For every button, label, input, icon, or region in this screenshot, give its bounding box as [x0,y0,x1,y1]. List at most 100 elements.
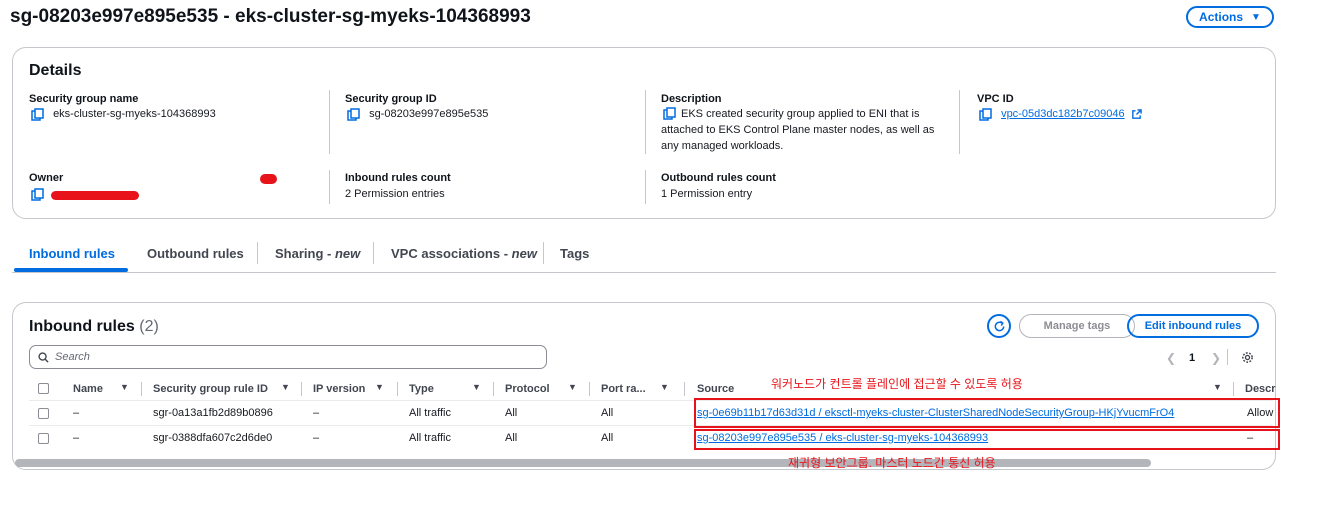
divider [645,90,646,154]
rules-count: (2) [139,318,159,335]
external-link-icon[interactable] [1131,108,1142,120]
row-checkbox[interactable] [38,408,49,419]
col-header-name[interactable]: Name [73,383,103,395]
pager-divider [1227,349,1228,365]
tab-label: Outbound rules [147,246,244,261]
cell-ip-version: – [313,432,320,444]
cell-port-range: All [601,407,614,419]
search-icon [38,351,49,363]
cell-name: – [73,407,80,419]
tab-label: Inbound rules [29,246,115,261]
tab-bar: Inbound rules Outbound rules Sharing - n… [12,238,1276,273]
col-header-port-range[interactable]: Port ra... [601,383,646,395]
col-divider [684,382,685,396]
tab-divider [543,242,544,264]
sort-icon[interactable]: ▼ [375,382,384,392]
table-header: Name ▼ Security group rule ID ▼ IP versi… [29,379,1276,399]
settings-gear-icon[interactable] [1241,351,1254,364]
col-divider [589,382,590,396]
col-header-rule-id[interactable]: Security group rule ID [153,383,268,395]
sg-id-label: Security group ID [345,93,437,105]
row-checkbox[interactable] [38,433,49,444]
prev-page-icon[interactable]: ❮ [1166,351,1176,365]
tab-outbound-rules[interactable]: Outbound rules [147,246,244,261]
owner-redaction [51,191,139,200]
rules-title: Inbound rules (2) [29,318,159,336]
page-number[interactable]: 1 [1189,352,1195,364]
tab-divider [373,242,374,264]
details-panel: Details Security group name eks-cluster-… [12,47,1276,219]
copy-icon[interactable] [979,107,992,121]
owner-field [31,186,50,204]
annotation-bottom-text: 재귀형 보안그룹. 마스터 노드간 통신 허용 [788,456,996,470]
tab-vpc-associations[interactable]: VPC associations - new [391,246,537,261]
copy-icon[interactable] [31,107,44,121]
col-header-type[interactable]: Type [409,383,434,395]
sg-name-label: Security group name [29,93,139,105]
inbound-count-value: 2 Permission entries [345,188,445,200]
cell-protocol: All [505,407,518,419]
page-title: sg-08203e997e895e535 - eks-cluster-sg-my… [10,6,531,27]
search-placeholder: Search [55,351,90,363]
copy-icon[interactable] [347,107,360,121]
sg-id-value: sg-08203e997e895e535 [369,108,489,120]
divider [329,170,330,204]
tab-label: Tags [560,246,590,261]
sort-icon[interactable]: ▼ [1213,382,1222,392]
outbound-count-label: Outbound rules count [661,172,776,184]
rules-title-text: Inbound rules [29,318,135,335]
tab-sharing[interactable]: Sharing - new [275,246,360,261]
inbound-count-label: Inbound rules count [345,172,451,184]
col-divider [493,382,494,396]
cell-protocol: All [505,432,518,444]
copy-icon[interactable] [663,107,676,120]
owner-redaction-mark [260,174,277,184]
divider [959,90,960,154]
col-divider [397,382,398,396]
outbound-count-value: 1 Permission entry [661,188,753,200]
sort-icon[interactable]: ▼ [568,382,577,392]
vpc-id-label: VPC ID [977,93,1014,105]
search-input[interactable]: Search [29,345,547,369]
manage-tags-button[interactable]: Manage tags [1019,314,1135,338]
caret-down-icon: ▼ [1251,11,1261,23]
sort-icon[interactable]: ▼ [660,382,669,392]
tab-inbound-rules[interactable]: Inbound rules [29,246,115,261]
col-divider [301,382,302,396]
col-divider [141,382,142,396]
sort-icon[interactable]: ▼ [281,382,290,392]
sg-name-field: eks-cluster-sg-myeks-104368993 [31,106,216,122]
col-header-ip-version[interactable]: IP version [313,383,365,395]
sort-icon[interactable]: ▼ [120,382,129,392]
tab-divider [257,242,258,264]
tab-tags[interactable]: Tags [560,246,589,261]
col-header-protocol[interactable]: Protocol [505,383,550,395]
tab-label: Sharing - [275,246,335,261]
description-label: Description [661,93,722,105]
tab-new-badge: new [334,246,361,261]
cell-name: – [73,432,80,444]
divider [329,90,330,154]
sg-name-value: eks-cluster-sg-myeks-104368993 [53,108,216,120]
description-field: EKS created security group applied to EN… [661,106,951,154]
actions-button[interactable]: Actions ▼ [1186,6,1274,28]
vpc-id-field: vpc-05d3dc182b7c09046 [979,106,1142,122]
refresh-icon [994,320,1004,331]
copy-icon[interactable] [31,188,44,202]
col-divider [1233,382,1234,396]
select-all-checkbox[interactable] [38,383,49,394]
cell-rule-id: sgr-0a13a1fb2d89b0896 [153,407,273,419]
annotation-top-text: 워커노드가 컨트롤 플레인에 접근할 수 있도록 허용 [771,377,1023,391]
vpc-id-link[interactable]: vpc-05d3dc182b7c09046 [1001,108,1125,120]
next-page-icon[interactable]: ❯ [1211,351,1221,365]
annotation-box-row2 [694,429,1280,450]
tab-label: VPC associations - [391,246,512,261]
sort-icon[interactable]: ▼ [472,382,481,392]
col-header-description[interactable]: Descr [1245,383,1276,395]
col-header-source[interactable]: Source [697,383,734,395]
edit-inbound-rules-button[interactable]: Edit inbound rules [1127,314,1259,338]
refresh-button[interactable] [987,314,1011,338]
cell-port-range: All [601,432,614,444]
tab-new-badge: new [511,246,537,261]
details-title: Details [29,62,82,79]
